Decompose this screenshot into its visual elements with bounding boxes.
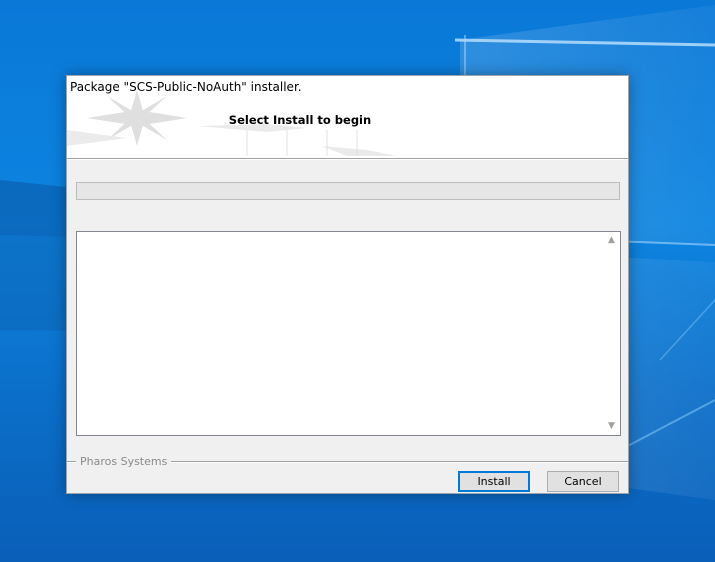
brand-label: Pharos Systems [76,455,172,468]
scroll-down-arrow-icon[interactable]: ▼ [603,418,620,435]
scroll-up-arrow-icon[interactable]: ▲ [603,232,620,249]
cancel-button[interactable]: Cancel [547,471,619,492]
install-log-textarea[interactable]: ▲ ▼ [76,231,621,436]
header-banner: Package "SCS-Public-NoAuth" installer. S… [67,76,628,158]
install-button[interactable]: Install [458,471,530,492]
window-title: Package "SCS-Public-NoAuth" installer. [70,80,302,94]
banner-separator [67,158,628,160]
installer-dialog: Package "SCS-Public-NoAuth" installer. S… [66,75,629,494]
instruction-heading: Select Install to begin [228,113,372,127]
log-scrollbar[interactable]: ▲ ▼ [603,232,620,435]
install-progress-bar [76,182,620,200]
